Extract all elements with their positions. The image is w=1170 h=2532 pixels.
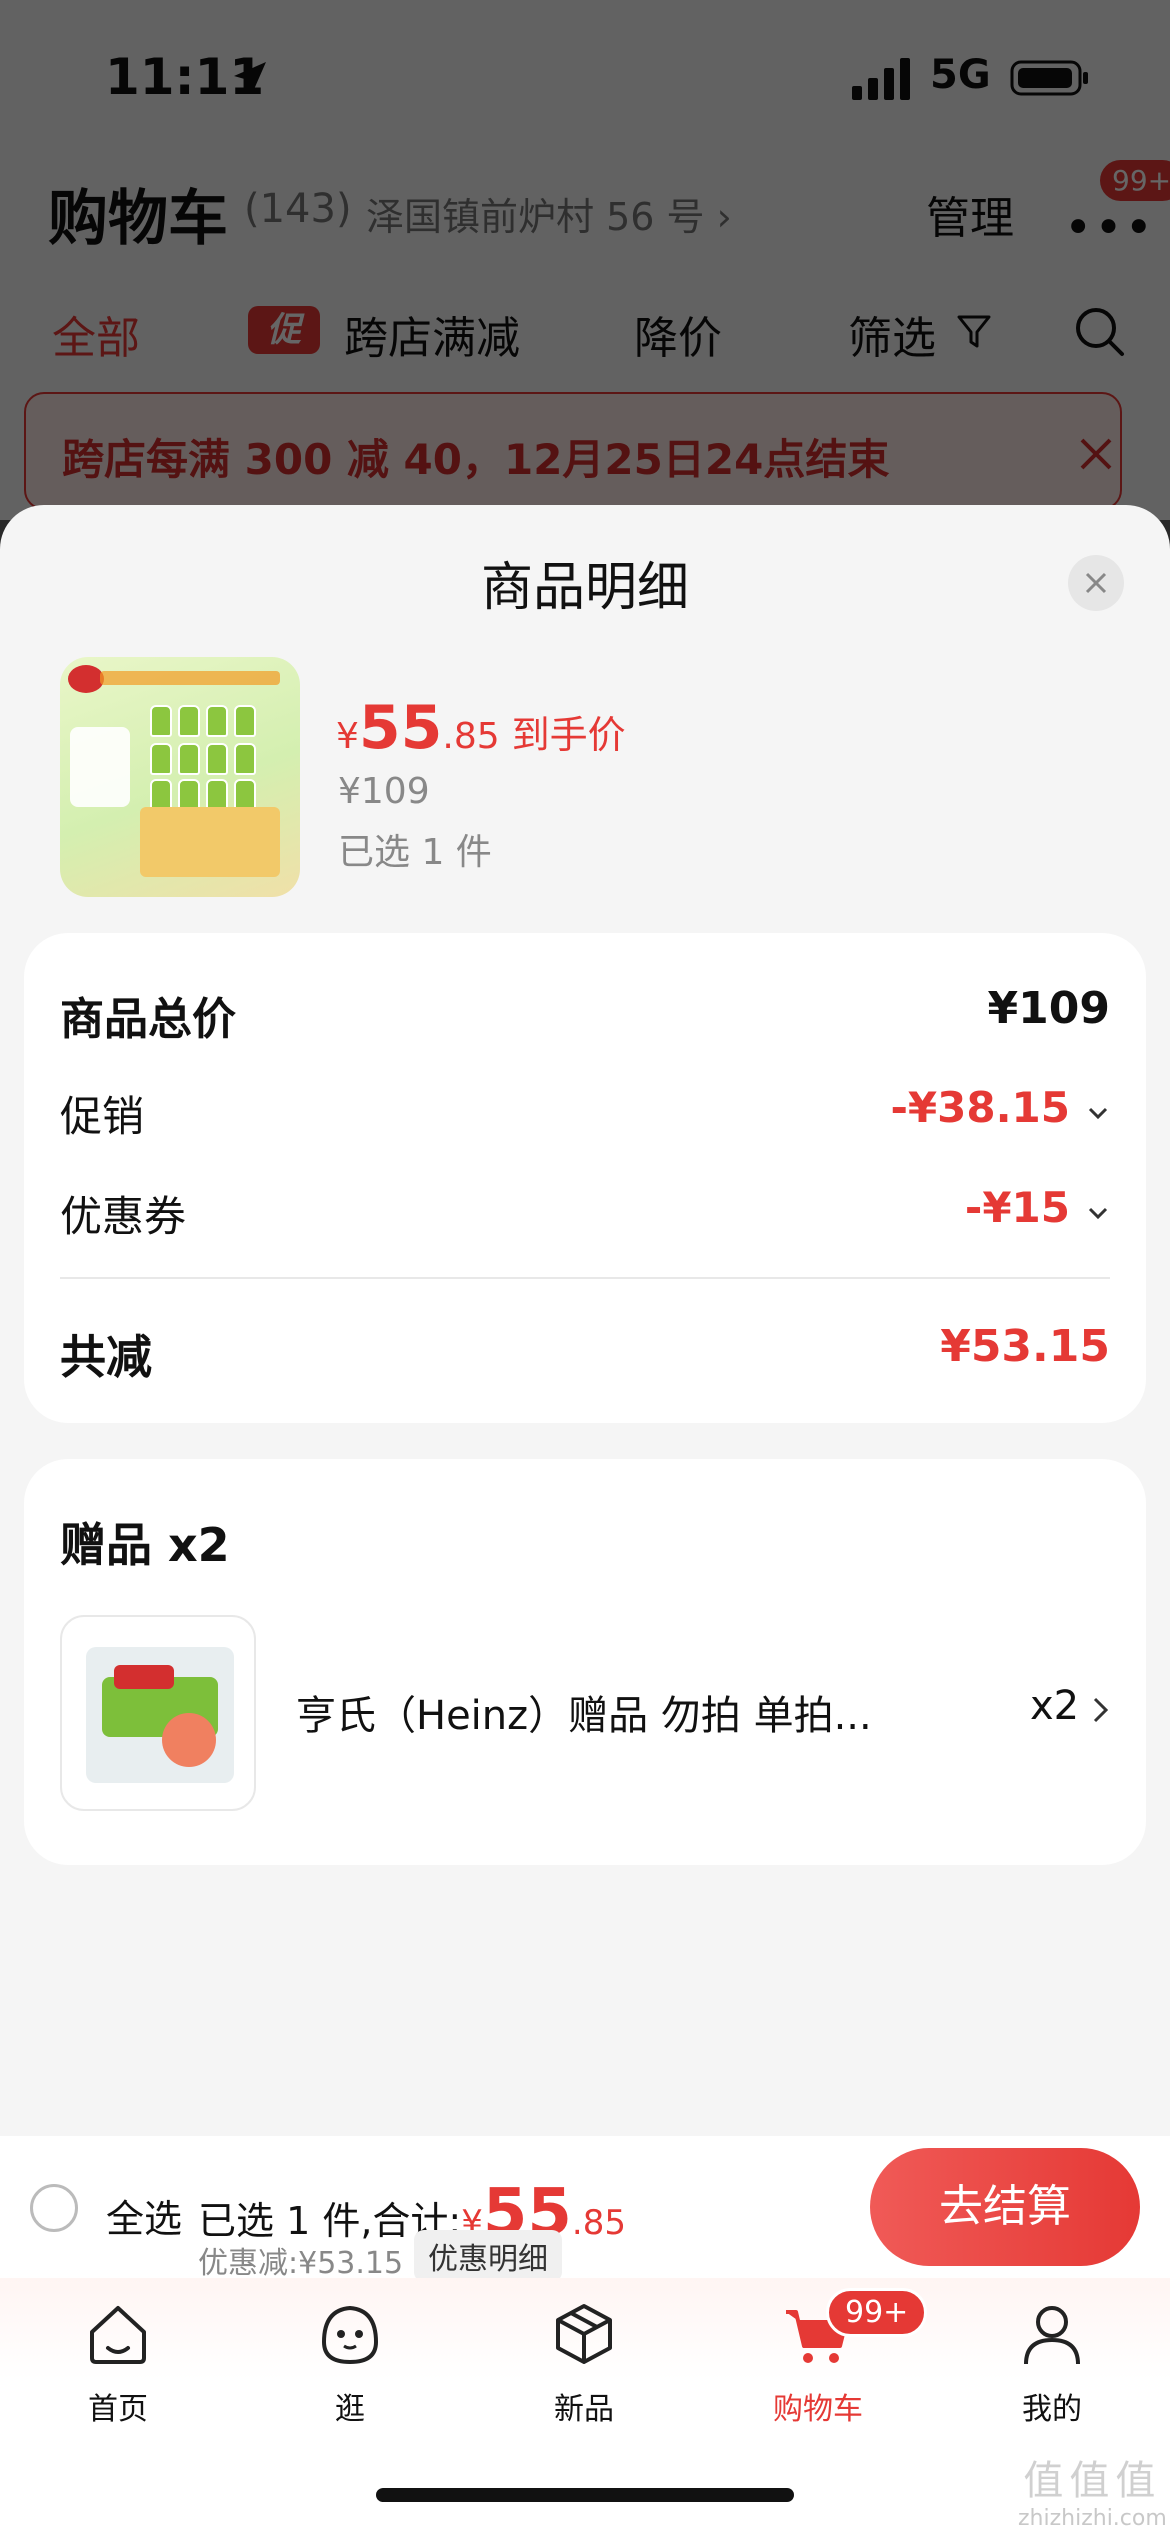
- total-decimal: .85: [571, 2203, 626, 2243]
- chevron-right-icon[interactable]: [1090, 1695, 1112, 1725]
- cellular-signal-icon: [852, 58, 910, 100]
- more-icon[interactable]: •••: [1064, 200, 1155, 256]
- gift-title: 赠品 x2: [60, 1518, 230, 1572]
- filter-funnel-icon: [957, 315, 991, 348]
- new-box-icon: [556, 2304, 612, 2364]
- tab-profile[interactable]: 我的: [962, 2298, 1142, 2428]
- total-saved-row: 共减 ¥53.15: [60, 1321, 1110, 1384]
- home-indicator: [376, 2488, 794, 2502]
- sheet-close-button[interactable]: [1068, 555, 1124, 611]
- checkout-button[interactable]: 去结算: [870, 2148, 1140, 2266]
- discount-detail-button[interactable]: 优惠明细: [414, 2230, 562, 2282]
- search-icon[interactable]: [1070, 302, 1130, 362]
- cart-badge: 99+: [826, 2288, 928, 2337]
- gift-name[interactable]: 亨氏（Heinz）赠品 勿拍 单拍...: [296, 1683, 872, 1741]
- total-price-value: ¥109: [987, 983, 1110, 1034]
- promo-tag-icon: 促: [248, 306, 320, 354]
- cart-title: 购物车: [48, 184, 228, 254]
- discount-amount: 优惠减:¥53.15: [198, 2246, 404, 2281]
- location-arrow-icon: [234, 62, 266, 94]
- original-price: ¥109: [338, 771, 430, 812]
- product-image: [60, 657, 300, 897]
- home-icon: [90, 2306, 146, 2364]
- checkout-bar: 全选 已选 1 件,合计:¥55.85 优惠减:¥53.15 优惠明细 去结算: [0, 2136, 1170, 2282]
- delivery-address[interactable]: 泽国镇前炉村 56 号 ›: [366, 186, 732, 241]
- status-bar: 11:11 5G: [0, 0, 1170, 140]
- sheet-title: 商品明细: [480, 558, 689, 618]
- tab-new-label: 新品: [554, 2392, 614, 2427]
- total-saved-value: ¥53.15: [940, 1321, 1110, 1372]
- close-icon: [1085, 572, 1107, 594]
- tab-new[interactable]: 新品: [494, 2298, 674, 2428]
- coupon-value: -¥15: [964, 1183, 1070, 1232]
- tab-cart-label: 购物车: [773, 2392, 863, 2427]
- coupon-label: 优惠券: [60, 1192, 187, 1241]
- promo-banner: 跨店每满 300 减 40，12月25日24点结束: [24, 392, 1122, 510]
- price-currency: ¥: [336, 716, 359, 757]
- watermark-url: zhizhizhi.com: [1018, 2506, 1167, 2531]
- promotion-row[interactable]: 促销 -¥38.15: [60, 1083, 1110, 1143]
- filter-bar: 全部 促 跨店满减 降价 筛选: [0, 292, 1170, 372]
- browse-face-icon: [321, 2305, 379, 2365]
- coupon-row[interactable]: 优惠券 -¥15: [60, 1183, 1110, 1243]
- cart-page-background: 11:11 5G 购物车 (143) 泽国镇前炉村 56 号 › 管理 ••• …: [0, 0, 1170, 520]
- battery-icon: [1010, 60, 1088, 96]
- cart-header: 购物车 (143) 泽国镇前炉村 56 号 › 管理 ••• 99+: [0, 160, 1170, 260]
- network-type: 5G: [930, 52, 991, 98]
- chevron-down-icon: [1088, 1107, 1108, 1120]
- watermark: 值值值 zhizhizhi.com: [1018, 2448, 1167, 2531]
- filter-all-tab[interactable]: 全部: [52, 302, 140, 366]
- final-price: ¥55.85 到手价: [336, 693, 626, 763]
- selected-count: 已选 1 件: [338, 832, 492, 873]
- manage-button[interactable]: 管理: [926, 182, 1014, 246]
- chevron-down-icon: [1088, 1207, 1108, 1220]
- cart-count: (143): [244, 186, 352, 232]
- tab-home[interactable]: 首页: [28, 2298, 208, 2428]
- total-saved-label: 共减: [60, 1330, 152, 1384]
- price-decimal: .85: [442, 716, 500, 757]
- promotion-label: 促销: [60, 1092, 145, 1141]
- select-all-label[interactable]: 全选: [106, 2188, 182, 2243]
- price-summary-card: 商品总价 ¥109 促销 -¥38.15 优惠券 -¥15 共减 ¥53.15: [24, 933, 1146, 1423]
- promo-banner-text: 跨店每满 300 减 40，12月25日24点结束: [62, 435, 890, 484]
- tab-browse[interactable]: 逛: [260, 2298, 440, 2428]
- watermark-logo: 值值值: [1023, 2458, 1162, 2504]
- promotion-value: -¥38.15: [890, 1083, 1070, 1132]
- tab-browse-label: 逛: [335, 2392, 365, 2427]
- message-badge: 99+: [1100, 160, 1170, 201]
- close-icon[interactable]: [1076, 434, 1116, 474]
- total-price-label: 商品总价: [60, 994, 236, 1045]
- filter-cross-store-promo-tab[interactable]: 跨店满减: [344, 302, 520, 366]
- filter-button[interactable]: 筛选: [848, 302, 936, 366]
- tab-profile-label: 我的: [1022, 2392, 1082, 2427]
- gift-quantity: x2: [1030, 1683, 1080, 1729]
- divider: [60, 1277, 1110, 1279]
- tab-home-label: 首页: [88, 2392, 148, 2427]
- gift-image: [60, 1615, 256, 1811]
- price-label: 到手价: [511, 713, 626, 757]
- total-price-row: 商品总价 ¥109: [60, 983, 1110, 1045]
- filter-price-drop-tab[interactable]: 降价: [634, 302, 722, 366]
- price-integer: 55: [358, 693, 443, 763]
- profile-icon: [1024, 2306, 1080, 2365]
- select-all-checkbox[interactable]: [30, 2184, 78, 2232]
- gift-card: 赠品 x2 亨氏（Heinz）赠品 勿拍 单拍... x2: [24, 1459, 1146, 1865]
